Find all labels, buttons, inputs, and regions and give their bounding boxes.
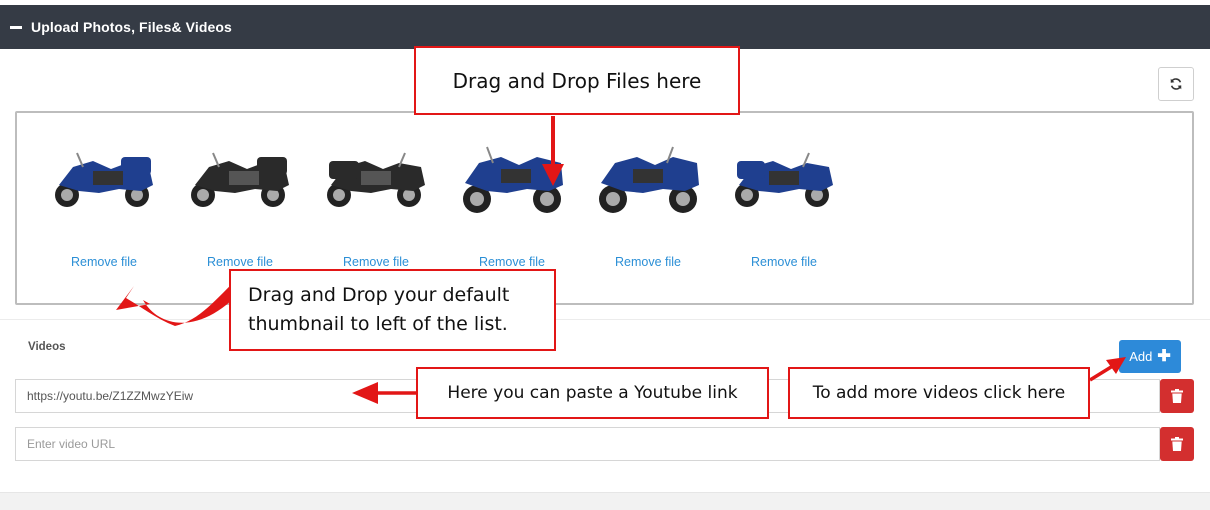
upload-section-header[interactable]: Upload Photos, Files& Videos	[0, 5, 1210, 49]
default-thumbnail-text-line2: thumbnail to left of the list.	[248, 313, 508, 335]
remove-file-link[interactable]: Remove file	[44, 255, 164, 269]
drag-drop-files-callout: Drag and Drop Files here	[414, 46, 740, 115]
plus-icon: ✚	[1157, 347, 1171, 365]
remove-file-link[interactable]: Remove file	[180, 255, 300, 269]
delete-video-button[interactable]	[1160, 379, 1194, 413]
default-thumbnail-text-line1: Drag and Drop your default	[248, 284, 510, 306]
add-videos-text: To add more videos click here	[812, 383, 1066, 403]
default-thumbnail-callout: Drag and Drop your default thumbnail to …	[229, 269, 556, 351]
section-title: Upload Photos, Files& Videos	[31, 19, 232, 35]
remove-file-link[interactable]: Remove file	[452, 255, 572, 269]
video-url-input[interactable]	[15, 427, 1160, 461]
motorcycle-image	[735, 152, 833, 207]
minus-icon[interactable]	[10, 25, 22, 29]
add-video-button[interactable]: Add ✚	[1119, 340, 1181, 373]
trash-icon	[1171, 389, 1183, 403]
file-thumbnail[interactable]	[316, 143, 436, 267]
motorcycle-image	[55, 152, 153, 207]
file-thumbnail[interactable]	[724, 143, 844, 267]
youtube-link-text: Here you can paste a Youtube link	[447, 383, 738, 403]
file-thumbnail[interactable]	[588, 143, 708, 267]
trash-icon	[1171, 437, 1183, 451]
motorcycle-image	[599, 146, 699, 213]
delete-video-button[interactable]	[1160, 427, 1194, 461]
youtube-link-callout: Here you can paste a Youtube link	[416, 367, 769, 419]
motorcycle-image	[463, 146, 563, 213]
drag-drop-files-text: Drag and Drop Files here	[452, 68, 702, 93]
refresh-button[interactable]	[1158, 67, 1194, 101]
remove-file-link[interactable]: Remove file	[724, 255, 844, 269]
add-videos-callout: To add more videos click here	[788, 367, 1090, 419]
add-more-arrow	[1089, 362, 1117, 382]
add-button-label: Add	[1129, 349, 1153, 364]
refresh-icon	[1170, 78, 1182, 90]
remove-file-link[interactable]: Remove file	[316, 255, 436, 269]
motorcycle-image	[191, 152, 289, 207]
remove-file-link[interactable]: Remove file	[588, 255, 708, 269]
footer-strip	[0, 492, 1210, 510]
file-thumbnail[interactable]	[452, 143, 572, 267]
videos-label: Videos	[28, 341, 66, 353]
section-divider	[0, 319, 1210, 320]
file-thumbnail[interactable]	[44, 143, 164, 267]
motorcycle-image	[327, 152, 425, 207]
file-dropzone[interactable]: Remove file Remove file Remove file Remo…	[15, 111, 1194, 305]
file-thumbnail[interactable]	[180, 143, 300, 267]
upload-page: Upload Photos, Files& Videos Remove file	[0, 0, 1210, 510]
